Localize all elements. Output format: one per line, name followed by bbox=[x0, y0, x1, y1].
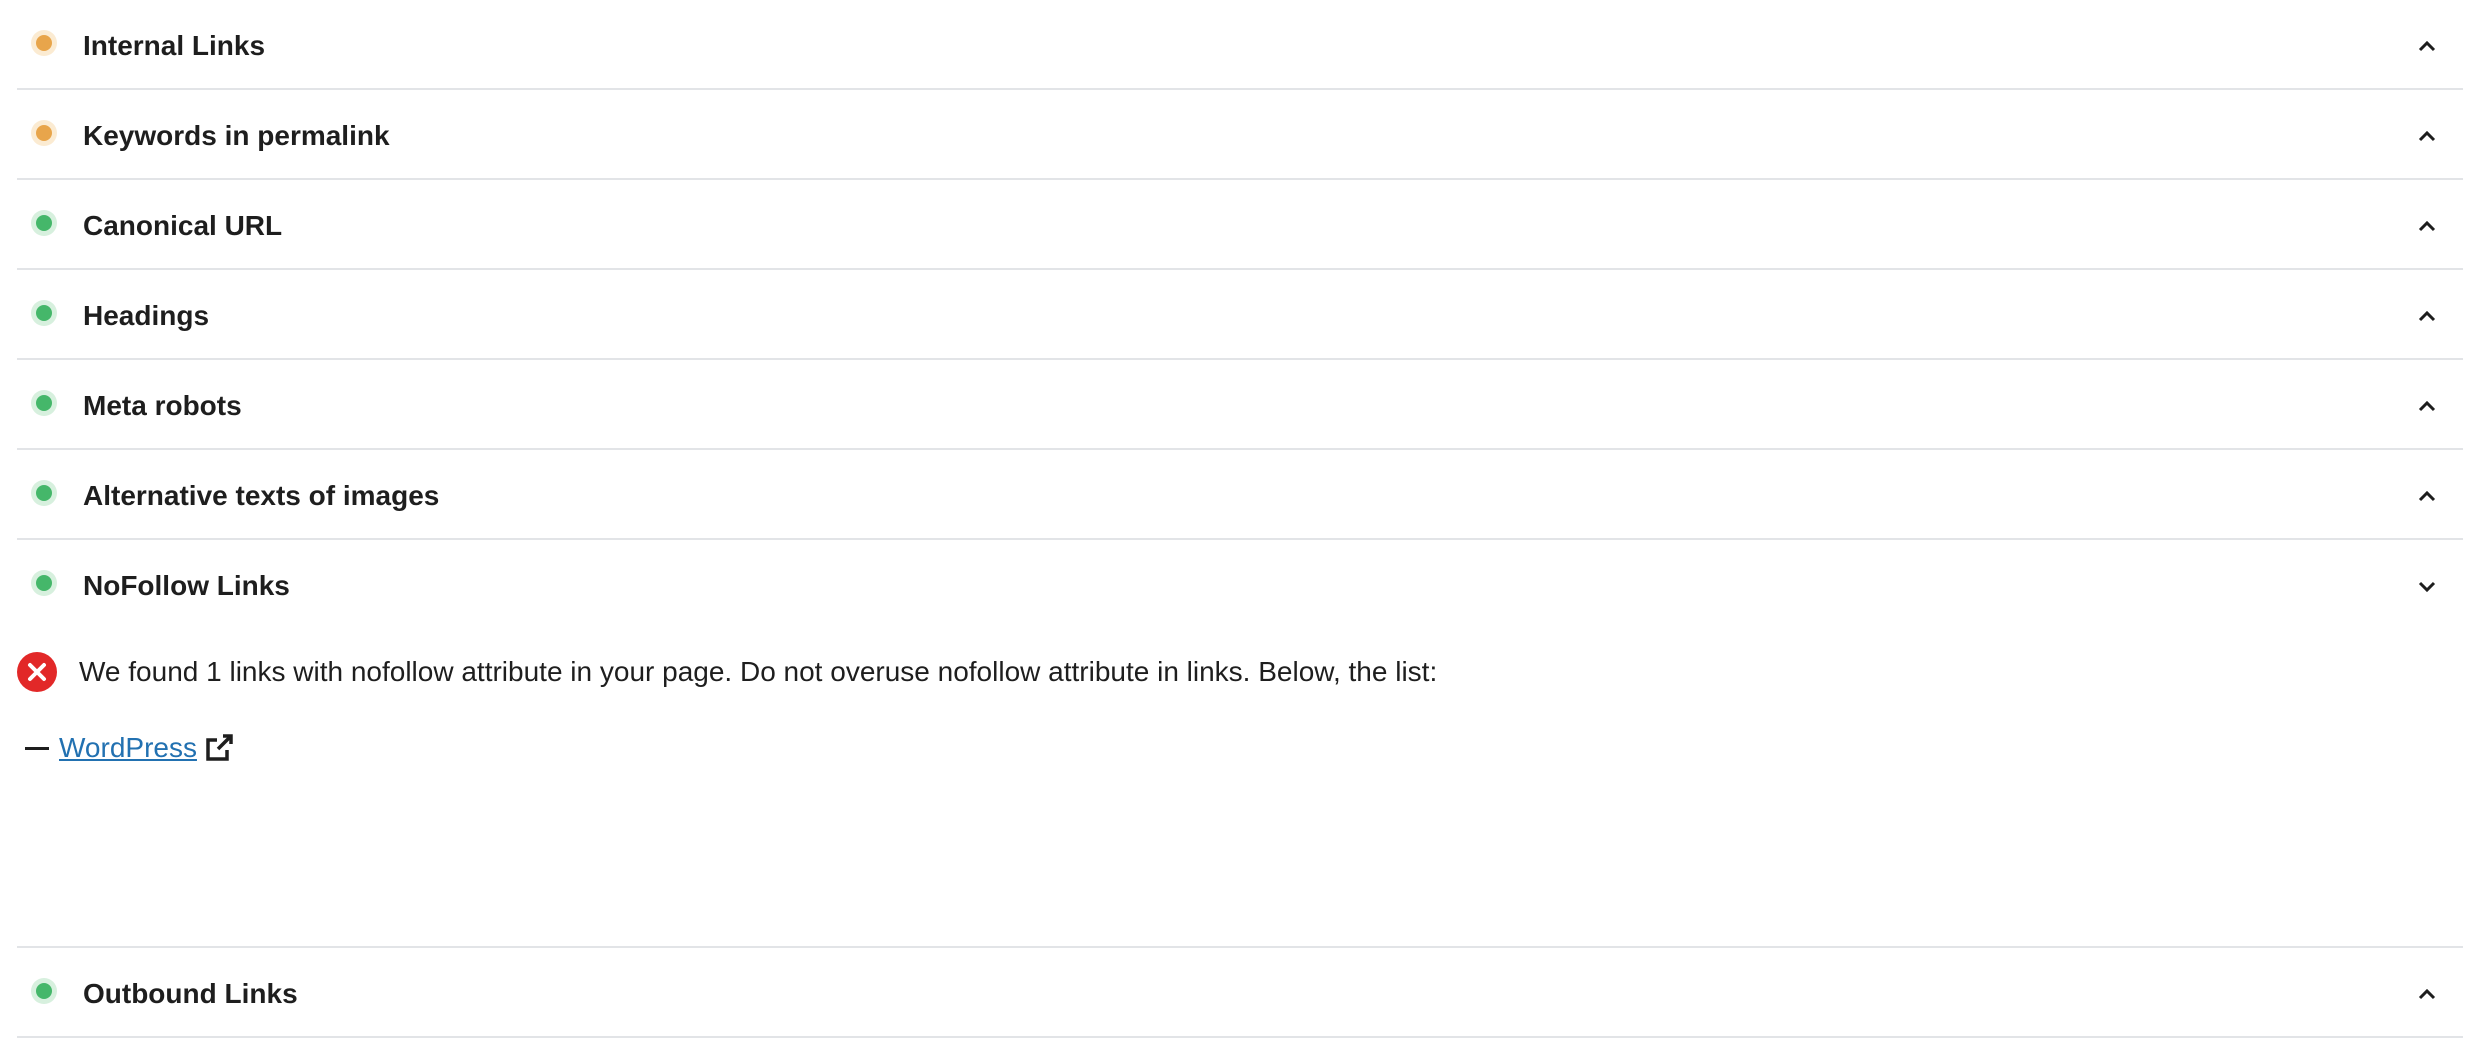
chevron-up-icon[interactable] bbox=[2415, 484, 2439, 508]
chevron-up-icon[interactable] bbox=[2415, 214, 2439, 238]
section-title: Meta robots bbox=[83, 390, 242, 421]
nofollow-link-item: WordPress bbox=[25, 730, 235, 766]
section-headings[interactable]: Headings bbox=[17, 270, 2463, 360]
good-status-dot bbox=[36, 983, 52, 999]
good-status-dot bbox=[36, 305, 52, 321]
section-nofollow-links[interactable]: NoFollow Links bbox=[17, 540, 2463, 630]
section-title: Internal Links bbox=[83, 30, 266, 61]
section-internal-links[interactable]: Internal Links bbox=[17, 0, 2463, 90]
chevron-down-icon[interactable] bbox=[2415, 574, 2439, 598]
good-status-dot bbox=[36, 485, 52, 501]
chevron-up-icon[interactable] bbox=[2415, 124, 2439, 148]
wordpress-link[interactable]: WordPress bbox=[59, 732, 197, 764]
chevron-up-icon[interactable] bbox=[2415, 982, 2439, 1006]
chevron-up-icon[interactable] bbox=[2415, 34, 2439, 58]
warning-status-dot bbox=[36, 35, 52, 51]
nofollow-details: We found 1 links with nofollow attribute… bbox=[17, 630, 2463, 948]
section-alternative-texts-of-images[interactable]: Alternative texts of images bbox=[17, 450, 2463, 540]
section-title: Keywords in permalink bbox=[83, 120, 390, 151]
warning-status-dot bbox=[36, 125, 52, 141]
external-link-icon[interactable] bbox=[203, 732, 235, 764]
good-status-dot bbox=[36, 215, 52, 231]
section-title: Outbound Links bbox=[83, 978, 298, 1009]
section-canonical-url[interactable]: Canonical URL bbox=[17, 180, 2463, 270]
good-status-dot bbox=[36, 395, 52, 411]
section-title: Headings bbox=[83, 300, 210, 331]
dash-bullet bbox=[25, 746, 49, 750]
seo-analysis-panel: Internal Links Keywords in permalink Can… bbox=[17, 0, 2463, 1038]
chevron-up-icon[interactable] bbox=[2415, 394, 2439, 418]
good-status-dot bbox=[36, 575, 52, 591]
chevron-up-icon[interactable] bbox=[2415, 304, 2439, 328]
section-title: NoFollow Links bbox=[83, 570, 290, 601]
section-keywords-in-permalink[interactable]: Keywords in permalink bbox=[17, 90, 2463, 180]
section-meta-robots[interactable]: Meta robots bbox=[17, 360, 2463, 450]
nofollow-message-text: We found 1 links with nofollow attribute… bbox=[79, 656, 1438, 687]
section-title: Canonical URL bbox=[83, 210, 283, 241]
section-title: Alternative texts of images bbox=[83, 480, 440, 511]
error-icon bbox=[17, 652, 57, 692]
section-outbound-links[interactable]: Outbound Links bbox=[17, 948, 2463, 1038]
